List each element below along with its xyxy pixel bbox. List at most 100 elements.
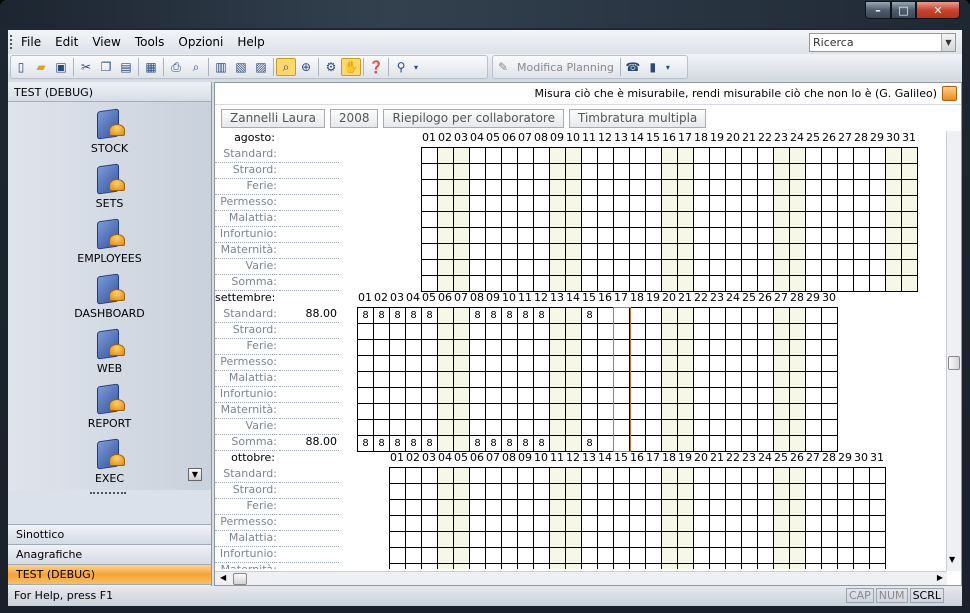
day-cell[interactable] (614, 484, 630, 500)
day-cell[interactable] (550, 532, 566, 548)
day-cell[interactable] (726, 532, 742, 548)
day-cell[interactable] (454, 212, 470, 228)
day-cell[interactable]: 8 (502, 308, 518, 324)
day-cell[interactable] (486, 372, 502, 388)
day-cell[interactable] (518, 548, 534, 564)
day-cell[interactable] (742, 196, 758, 212)
day-cell[interactable] (454, 244, 470, 260)
day-cell[interactable] (726, 148, 742, 164)
day-cell[interactable] (438, 308, 454, 324)
day-cell[interactable]: 8 (534, 436, 550, 452)
day-cell[interactable] (870, 500, 886, 516)
day-cell[interactable] (438, 564, 454, 569)
day-cell[interactable] (774, 404, 790, 420)
day-cell[interactable] (550, 244, 566, 260)
day-cell[interactable] (822, 548, 838, 564)
day-cell[interactable] (422, 276, 438, 292)
day-cell[interactable] (758, 212, 774, 228)
day-cell[interactable] (758, 196, 774, 212)
day-cell[interactable] (438, 436, 454, 452)
day-cell[interactable] (550, 260, 566, 276)
day-cell[interactable] (710, 500, 726, 516)
day-cell[interactable] (806, 244, 822, 260)
day-cell[interactable] (390, 356, 406, 372)
day-cell[interactable] (470, 244, 486, 260)
scroll-down-icon[interactable]: ▼ (949, 555, 955, 564)
day-cell[interactable] (518, 180, 534, 196)
day-cell[interactable] (486, 276, 502, 292)
day-cell[interactable] (630, 308, 646, 324)
day-cell[interactable] (438, 388, 454, 404)
day-cell[interactable] (742, 516, 758, 532)
day-cell[interactable] (582, 484, 598, 500)
day-cell[interactable] (662, 404, 678, 420)
day-cell[interactable] (758, 308, 774, 324)
day-cell[interactable] (614, 548, 630, 564)
day-cell[interactable] (822, 148, 838, 164)
day-cell[interactable] (710, 308, 726, 324)
day-cell[interactable] (758, 148, 774, 164)
day-cell[interactable] (502, 404, 518, 420)
day-cell[interactable] (582, 532, 598, 548)
day-cell[interactable] (486, 212, 502, 228)
day-cell[interactable] (742, 468, 758, 484)
day-cell[interactable] (406, 324, 422, 340)
day-cell[interactable] (438, 356, 454, 372)
day-cell[interactable] (534, 212, 550, 228)
day-cell[interactable] (534, 196, 550, 212)
day-cell[interactable] (742, 484, 758, 500)
day-cell[interactable] (662, 212, 678, 228)
day-cell[interactable] (550, 564, 566, 569)
day-cell[interactable] (854, 212, 870, 228)
day-cell[interactable] (694, 436, 710, 452)
day-cell[interactable] (774, 420, 790, 436)
day-cell[interactable] (822, 212, 838, 228)
day-cell[interactable] (902, 180, 918, 196)
day-cell[interactable] (790, 500, 806, 516)
dropdown-arrow-icon[interactable]: ▼ (941, 34, 955, 51)
day-cell[interactable] (582, 324, 598, 340)
day-cell[interactable] (598, 564, 614, 569)
menu-edit[interactable]: Edit (48, 34, 85, 50)
day-cell[interactable] (726, 468, 742, 484)
day-cell[interactable] (806, 436, 822, 452)
day-cell[interactable] (422, 372, 438, 388)
day-cell[interactable] (518, 532, 534, 548)
day-cell[interactable] (454, 340, 470, 356)
day-cell[interactable] (502, 372, 518, 388)
day-cell[interactable] (902, 148, 918, 164)
menu-grip[interactable] (10, 35, 13, 49)
day-cell[interactable] (886, 148, 902, 164)
day-cell[interactable] (518, 244, 534, 260)
day-cell[interactable] (486, 260, 502, 276)
day-cell[interactable]: 8 (486, 436, 502, 452)
day-cell[interactable] (662, 228, 678, 244)
day-cell[interactable] (886, 212, 902, 228)
day-cell[interactable] (502, 356, 518, 372)
nav-anagrafiche[interactable]: Anagrafiche (8, 544, 211, 564)
day-cell[interactable] (838, 260, 854, 276)
day-cell[interactable] (630, 228, 646, 244)
day-cell[interactable] (726, 372, 742, 388)
day-cell[interactable] (790, 260, 806, 276)
day-cell[interactable] (758, 548, 774, 564)
day-cell[interactable] (710, 388, 726, 404)
day-cell[interactable] (566, 244, 582, 260)
day-cell[interactable] (838, 212, 854, 228)
day-cell[interactable] (822, 228, 838, 244)
day-cell[interactable] (742, 228, 758, 244)
day-cell[interactable] (566, 372, 582, 388)
day-cell[interactable] (486, 564, 502, 569)
day-cell[interactable] (662, 324, 678, 340)
day-cell[interactable] (582, 228, 598, 244)
day-cell[interactable] (806, 500, 822, 516)
day-cell[interactable] (646, 404, 662, 420)
day-cell[interactable] (454, 356, 470, 372)
day-cell[interactable] (614, 356, 630, 372)
day-cell[interactable] (662, 484, 678, 500)
day-cell[interactable] (470, 500, 486, 516)
horizontal-scroll-thumb[interactable] (233, 573, 247, 585)
day-cell[interactable] (374, 372, 390, 388)
day-cell[interactable] (822, 564, 838, 569)
day-cell[interactable] (614, 468, 630, 484)
